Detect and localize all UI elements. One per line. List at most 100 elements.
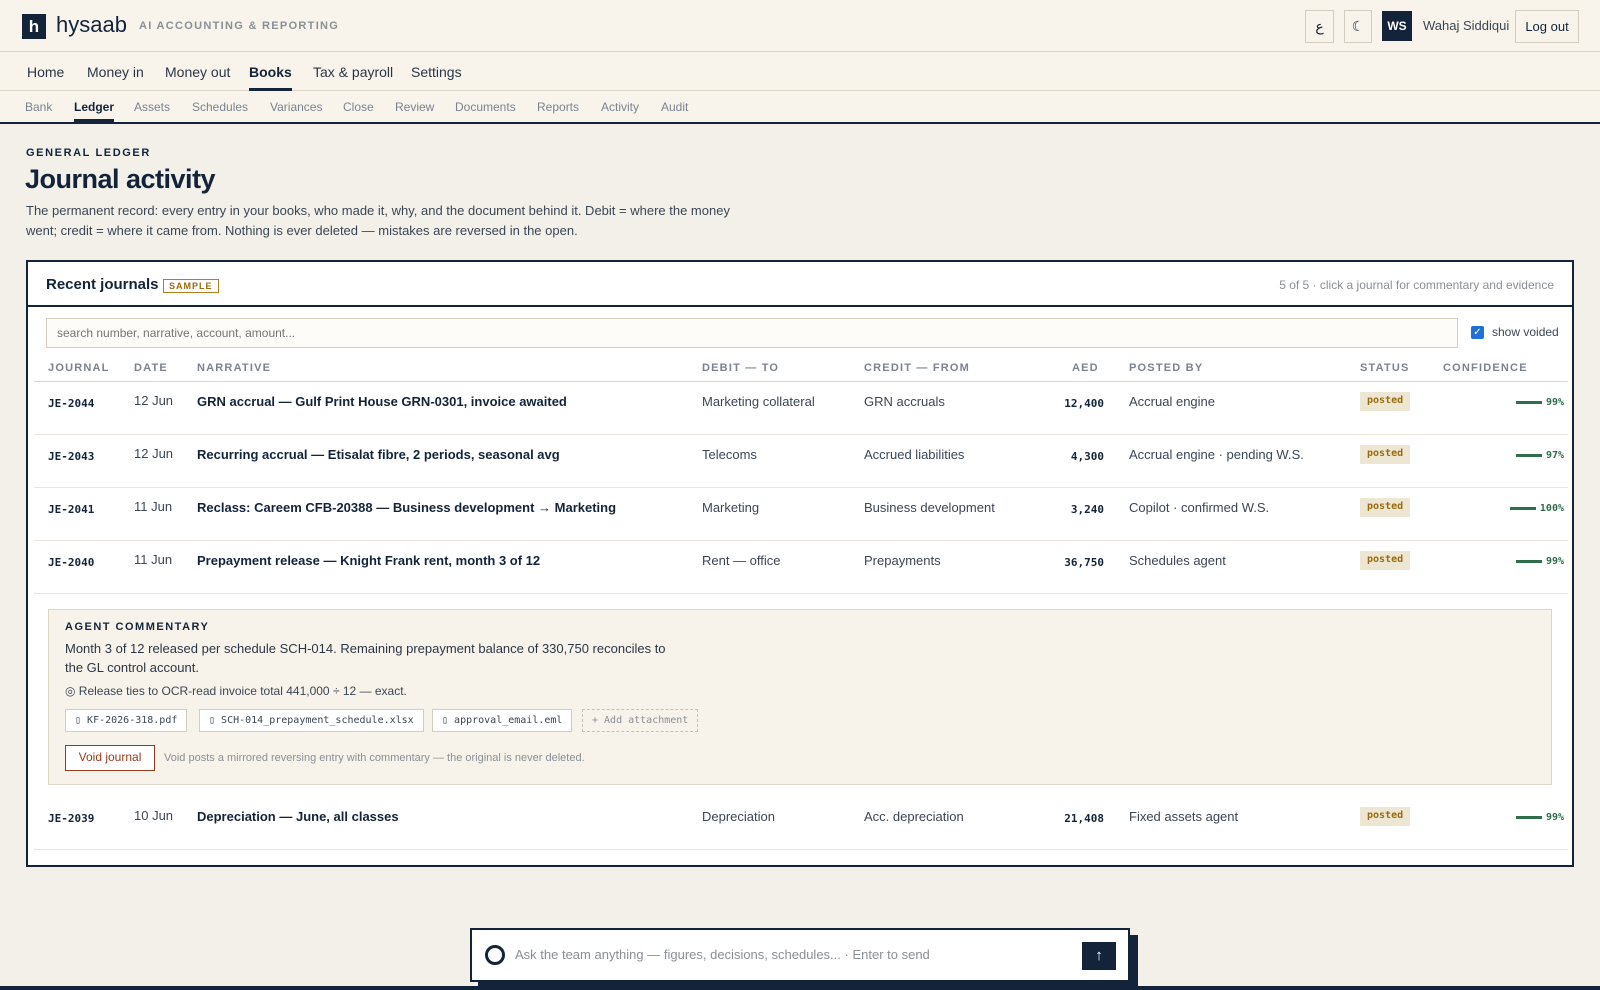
chat-input[interactable]: Ask the team anything — figures, decisio… [515, 947, 930, 962]
agent-commentary-panel: AGENT COMMENTARY Month 3 of 12 released … [48, 609, 1552, 785]
confidence-indicator: 97% [1454, 450, 1564, 461]
subnav-item-documents[interactable]: Documents [455, 100, 516, 122]
table-row[interactable]: JE-2039 10 Jun Depreciation — June, all … [34, 797, 1568, 850]
column-header-narrative: NARRATIVE [197, 362, 272, 374]
journal-amount: 36,750 [1064, 556, 1104, 569]
void-journal-button[interactable]: Void journal [65, 745, 155, 771]
journal-amount: 3,240 [1070, 503, 1104, 516]
credit-account: Prepayments [864, 553, 941, 568]
table-row[interactable]: JE-2041 11 Jun Reclass: Careem CFB-20388… [34, 488, 1568, 541]
status-badge: posted [1360, 807, 1411, 826]
logo-icon[interactable]: h [22, 14, 46, 39]
debit-account: Marketing [702, 500, 760, 515]
debit-account: Telecoms [702, 447, 757, 462]
avatar[interactable]: WS [1382, 11, 1412, 41]
credit-account: Accrued liabilities [864, 447, 965, 462]
journal-narrative: Prepayment release — Knight Frank rent, … [197, 553, 541, 568]
table-row[interactable]: JE-2043 12 Jun Recurring accrual — Etisa… [34, 435, 1568, 488]
posted-by: Fixed assets agent [1129, 809, 1239, 824]
logout-button[interactable]: Log out [1515, 10, 1579, 43]
journal-narrative: Recurring accrual — Etisalat fibre, 2 pe… [197, 447, 560, 462]
column-header-amount: AED [1072, 362, 1099, 374]
chat-placeholder: Ask the team anything — figures, decisio… [515, 947, 841, 962]
search-input[interactable] [46, 318, 1458, 348]
nav-item-books[interactable]: Books [249, 64, 292, 91]
journal-date: 11 Jun [134, 552, 173, 567]
subnav-item-activity[interactable]: Activity [601, 100, 639, 122]
theme-toggle-button[interactable]: ☾ [1344, 10, 1372, 43]
subnav-item-ledger[interactable]: Ledger [74, 100, 115, 122]
recent-journals-card: Recent journals SAMPLE 5 of 5 · click a … [26, 260, 1574, 867]
arrow-up-icon: ↑ [1095, 947, 1103, 964]
journal-narrative: Depreciation — June, all classes [197, 809, 399, 824]
secondary-nav: Bank Ledger Assets Schedules Variances C… [0, 91, 1600, 124]
journal-date: 12 Jun [134, 446, 174, 461]
attachment-chip[interactable]: ▯ KF-2026-318.pdf [65, 709, 188, 732]
subnav-item-variances[interactable]: Variances [270, 100, 322, 122]
debit-account: Marketing collateral [702, 394, 815, 409]
confidence-value: 97% [1545, 450, 1564, 461]
chat-bar[interactable]: Ask the team anything — figures, decisio… [470, 928, 1130, 982]
journal-number: JE-2039 [48, 812, 95, 825]
journal-number: JE-2040 [48, 556, 95, 569]
attachment-name: SCH-014_prepayment_schedule.xlsx [221, 715, 414, 726]
journal-date: 11 Jun [134, 499, 173, 514]
subnav-item-reports[interactable]: Reports [537, 100, 579, 122]
send-button[interactable]: ↑ [1082, 942, 1116, 970]
confidence-bar [1515, 815, 1542, 819]
journal-narrative: Reclass: Careem CFB-20388 — Business dev… [197, 500, 617, 515]
credit-account: GRN accruals [864, 394, 945, 409]
confidence-indicator: 99% [1454, 556, 1564, 567]
subnav-item-bank[interactable]: Bank [25, 100, 52, 122]
column-header-credit: CREDIT — FROM [864, 362, 971, 374]
column-header-date: DATE [134, 362, 168, 374]
attachment-chip[interactable]: ▯ SCH-014_prepayment_schedule.xlsx [199, 709, 424, 732]
credit-account: Acc. depreciation [864, 809, 964, 824]
user-name: Wahaj Siddiqui [1423, 18, 1510, 33]
nav-item-settings[interactable]: Settings [411, 64, 462, 91]
subnav-item-schedules[interactable]: Schedules [192, 100, 248, 122]
show-voided-checkbox[interactable]: ✓ [1471, 326, 1484, 339]
nav-item-money-in[interactable]: Money in [87, 64, 144, 91]
posted-by: Copilot · confirmed W.S. [1129, 500, 1270, 515]
table-row-expanded[interactable]: JE-2040 11 Jun Prepayment release — Knig… [34, 541, 1568, 594]
status-badge: posted [1360, 445, 1411, 464]
journal-date: 10 Jun [134, 808, 174, 823]
nav-item-tax-payroll[interactable]: Tax & payroll [313, 64, 393, 91]
subnav-item-assets[interactable]: Assets [134, 100, 170, 122]
add-attachment-button[interactable]: + Add attachment [582, 709, 699, 732]
posted-by: Accrual engine · pending W.S. [1129, 447, 1304, 462]
journal-amount: 12,400 [1064, 397, 1104, 410]
confidence-value: 100% [1539, 503, 1564, 514]
column-header-journal: JOURNAL [48, 362, 110, 374]
commentary-text: Month 3 of 12 released per schedule SCH-… [65, 641, 666, 675]
confidence-bar [1515, 453, 1542, 457]
column-header-confidence: CONFIDENCE [1443, 362, 1528, 374]
attachment-chip[interactable]: ▯ approval_email.eml [432, 709, 573, 732]
confidence-indicator: 99% [1454, 397, 1564, 408]
card-header: Recent journals SAMPLE 5 of 5 · click a … [28, 262, 1572, 307]
confidence-indicator: 100% [1454, 503, 1564, 514]
confidence-bar [1509, 506, 1536, 510]
file-icon: ▯ [209, 715, 222, 726]
confidence-bar [1515, 400, 1542, 404]
show-voided-label[interactable]: show voided [1492, 325, 1559, 339]
status-badge: posted [1360, 551, 1411, 570]
subnav-item-audit[interactable]: Audit [661, 100, 688, 122]
journal-amount: 4,300 [1070, 450, 1104, 463]
nav-item-home[interactable]: Home [27, 64, 64, 91]
subnav-item-close[interactable]: Close [343, 100, 374, 122]
credit-account: Business development [864, 500, 995, 515]
moon-icon: ☾ [1351, 18, 1365, 34]
table-row[interactable]: JE-2044 12 Jun GRN accrual — Gulf Print … [34, 382, 1568, 435]
brand-name[interactable]: hysaab [56, 12, 127, 38]
nav-item-money-out[interactable]: Money out [165, 64, 230, 91]
journal-amount: 21,408 [1064, 812, 1104, 825]
sample-badge: SAMPLE [163, 279, 219, 293]
confidence-bar [1515, 559, 1542, 563]
confidence-value: 99% [1545, 397, 1564, 408]
journal-date: 12 Jun [134, 393, 174, 408]
status-badge: posted [1360, 392, 1411, 411]
language-toggle-button[interactable]: ع [1305, 10, 1334, 43]
subnav-item-review[interactable]: Review [395, 100, 434, 122]
